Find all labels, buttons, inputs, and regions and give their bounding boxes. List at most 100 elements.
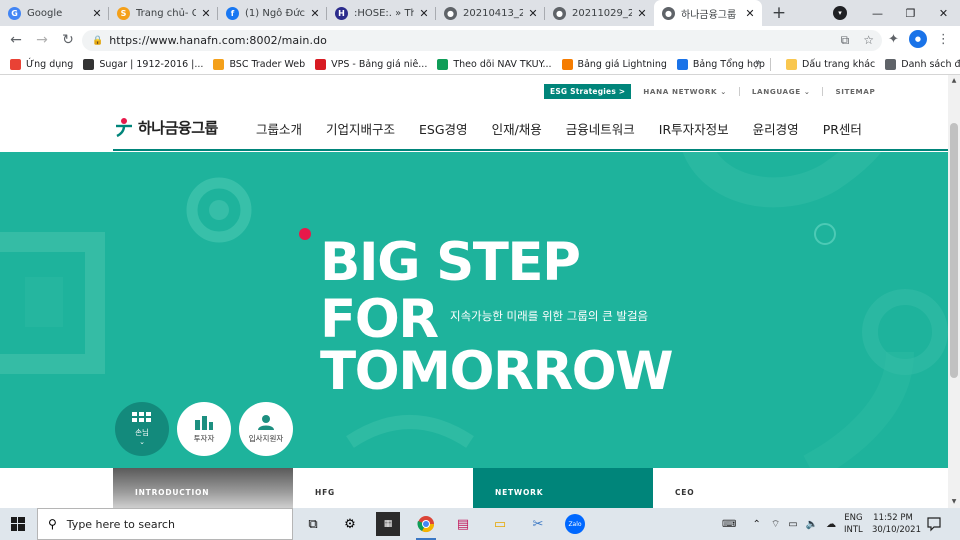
- address-bar[interactable]: 🔒 https://www.hanafn.com:8002/main.do ⧉ …: [82, 30, 882, 51]
- bookmark-label: Theo dõi NAV TKUY...: [453, 58, 552, 70]
- minimize-icon[interactable]: —: [861, 7, 894, 20]
- tab-close-icon[interactable]: ✕: [200, 7, 212, 20]
- utility-nav: ESG Strategies > HANA NETWORK ⌄ LANGUAGE…: [544, 84, 887, 99]
- language-label: LANGUAGE: [751, 87, 801, 96]
- quick-investor-label: 투자자: [193, 434, 215, 443]
- settings-gear-icon[interactable]: ⚙: [338, 512, 362, 536]
- main-nav-item[interactable]: IR투자자정보: [659, 119, 729, 138]
- menu-icon[interactable]: ⋮: [937, 32, 950, 47]
- main-nav-item[interactable]: PR센터: [823, 119, 862, 138]
- clock-time: 11:52 PM: [873, 513, 913, 523]
- browser-tab[interactable]: H:HOSE:. » Thôn ✕: [327, 0, 436, 26]
- forward-icon[interactable]: →: [32, 30, 52, 50]
- bookmark-item[interactable]: Ứng dụng: [10, 58, 74, 70]
- browser-tab[interactable]: ● 20211029_2021 ✕: [545, 0, 654, 26]
- restore-icon[interactable]: ❐: [894, 7, 927, 20]
- calculator-app-icon[interactable]: ▦: [376, 512, 400, 536]
- chevron-up-icon[interactable]: ⌃: [752, 519, 760, 530]
- bookmark-favicon-icon: [83, 58, 95, 70]
- browser-tab[interactable]: f (1) Ngô Đức | F ✕: [218, 0, 327, 26]
- card-network[interactable]: NETWORK: [473, 468, 653, 508]
- tab-close-icon[interactable]: ✕: [418, 7, 430, 20]
- card-introduction[interactable]: INTRODUCTION: [113, 468, 293, 508]
- main-nav-item[interactable]: 기업지배구조: [326, 119, 395, 138]
- language-dropdown[interactable]: LANGUAGE ⌄: [752, 87, 811, 96]
- quick-applicant-button[interactable]: 입사지원자: [239, 402, 293, 456]
- zalo-app-icon[interactable]: Zalo: [563, 512, 587, 536]
- main-nav-item[interactable]: ESG경영: [419, 119, 468, 138]
- taskbar-clock[interactable]: 11:52 PM 30/10/2021: [872, 512, 921, 536]
- notification-icon[interactable]: [926, 516, 942, 532]
- network-icon[interactable]: ⌔: [771, 518, 780, 531]
- close-window-icon[interactable]: ✕: [927, 7, 960, 20]
- chevron-down-icon: ⌄: [803, 87, 811, 96]
- card-hfg[interactable]: HFG: [293, 468, 473, 508]
- main-nav-item[interactable]: 윤리경영: [753, 119, 799, 138]
- bookmark-label: VPS - Bảng giá niê...: [331, 58, 428, 70]
- reload-icon[interactable]: ↻: [58, 30, 78, 50]
- card-ceo[interactable]: CEO: [653, 468, 833, 508]
- scroll-up-icon[interactable]: ▲: [948, 75, 960, 87]
- bookmark-item[interactable]: Bảng Tổng hợp: [676, 58, 765, 70]
- onedrive-icon[interactable]: ☁: [826, 519, 836, 530]
- tab-close-icon[interactable]: ✕: [636, 7, 648, 20]
- browser-tab[interactable]: ● 하나금융그룹 ✕: [654, 0, 762, 26]
- hero-title-line2: FOR: [320, 289, 439, 350]
- browser-tab[interactable]: ● 20210413_2021 ✕: [436, 0, 545, 26]
- clock-date: 30/10/2021: [872, 525, 921, 535]
- hana-logo[interactable]: 하나금융그룹: [113, 116, 218, 138]
- browser-tab[interactable]: S Trang chủ- Công ✕: [109, 0, 218, 26]
- main-nav-item[interactable]: 그룹소개: [256, 119, 302, 138]
- back-icon[interactable]: ←: [6, 30, 26, 50]
- file-explorer-icon[interactable]: ▭: [488, 512, 512, 536]
- bookmark-label: Ứng dụng: [26, 58, 74, 70]
- new-tab-button[interactable]: +: [766, 0, 792, 26]
- page-scrollbar[interactable]: ▲ ▼: [948, 75, 960, 508]
- bookmark-item[interactable]: Bảng giá Lightning: [561, 58, 667, 70]
- scroll-down-icon[interactable]: ▼: [948, 496, 960, 508]
- other-bookmarks-folder[interactable]: Dấu trang khác: [786, 59, 875, 70]
- hana-network-dropdown[interactable]: HANA NETWORK ⌄: [643, 87, 727, 96]
- tab-search-icon[interactable]: ▾: [833, 6, 847, 20]
- bookmark-item[interactable]: Theo dõi NAV TKUY...: [437, 58, 552, 70]
- chrome-app-icon[interactable]: [414, 512, 438, 540]
- input-language[interactable]: ENG INTL: [844, 512, 863, 536]
- volume-icon[interactable]: 🔈: [806, 519, 818, 530]
- bookmark-favicon-icon: [10, 58, 21, 70]
- tab-close-icon[interactable]: ✕: [527, 7, 539, 20]
- quick-investor-button[interactable]: 투자자: [177, 402, 231, 456]
- tab-close-icon[interactable]: ✕: [91, 7, 103, 20]
- bookmark-star-icon[interactable]: ☆: [863, 33, 874, 48]
- tab-favicon-icon: ●: [662, 6, 675, 20]
- app-icon[interactable]: ▤: [451, 512, 475, 536]
- extensions-icon[interactable]: ✦: [888, 32, 899, 47]
- task-view-icon[interactable]: ⧉: [301, 512, 325, 536]
- sitemap-link[interactable]: SITEMAP: [835, 87, 875, 96]
- bookmark-item[interactable]: BSC Trader Web: [213, 58, 305, 70]
- esg-strategies-button[interactable]: ESG Strategies >: [544, 84, 632, 99]
- profile-avatar[interactable]: ●: [908, 30, 927, 48]
- snipping-tool-icon[interactable]: ✂: [526, 512, 550, 536]
- translate-icon[interactable]: ⧉: [841, 33, 850, 48]
- tab-close-icon[interactable]: ✕: [309, 7, 321, 20]
- quick-customer-button[interactable]: 손님 ⌄: [115, 402, 169, 456]
- hero-title-line3: TOMORROW: [320, 341, 674, 402]
- keyboard-icon[interactable]: ⌨: [722, 519, 736, 530]
- bookmark-item[interactable]: Sugar | 1912-2016 |...: [83, 58, 203, 70]
- divider: [738, 87, 740, 96]
- taskbar-search-box[interactable]: ⚲ Type here to search: [37, 508, 293, 540]
- main-nav-item[interactable]: 인재/채용: [492, 119, 542, 138]
- reading-list[interactable]: Danh sách đọc: [885, 59, 960, 70]
- bookmarks-overflow-icon[interactable]: »: [755, 57, 761, 68]
- tab-favicon-icon: S: [117, 6, 130, 20]
- main-nav-item[interactable]: 금융네트워크: [566, 119, 635, 138]
- tab-title: 20210413_2021: [463, 7, 523, 19]
- battery-icon[interactable]: ▭: [788, 519, 797, 530]
- bookmark-item[interactable]: VPS - Bảng giá niê...: [315, 58, 428, 70]
- tab-close-icon[interactable]: ✕: [744, 7, 756, 20]
- start-button[interactable]: [0, 508, 36, 540]
- browser-tab[interactable]: G Google ✕: [0, 0, 109, 26]
- scrollbar-thumb[interactable]: [950, 123, 958, 378]
- lock-icon[interactable]: 🔒: [92, 36, 103, 46]
- lang-top: ENG: [844, 513, 863, 523]
